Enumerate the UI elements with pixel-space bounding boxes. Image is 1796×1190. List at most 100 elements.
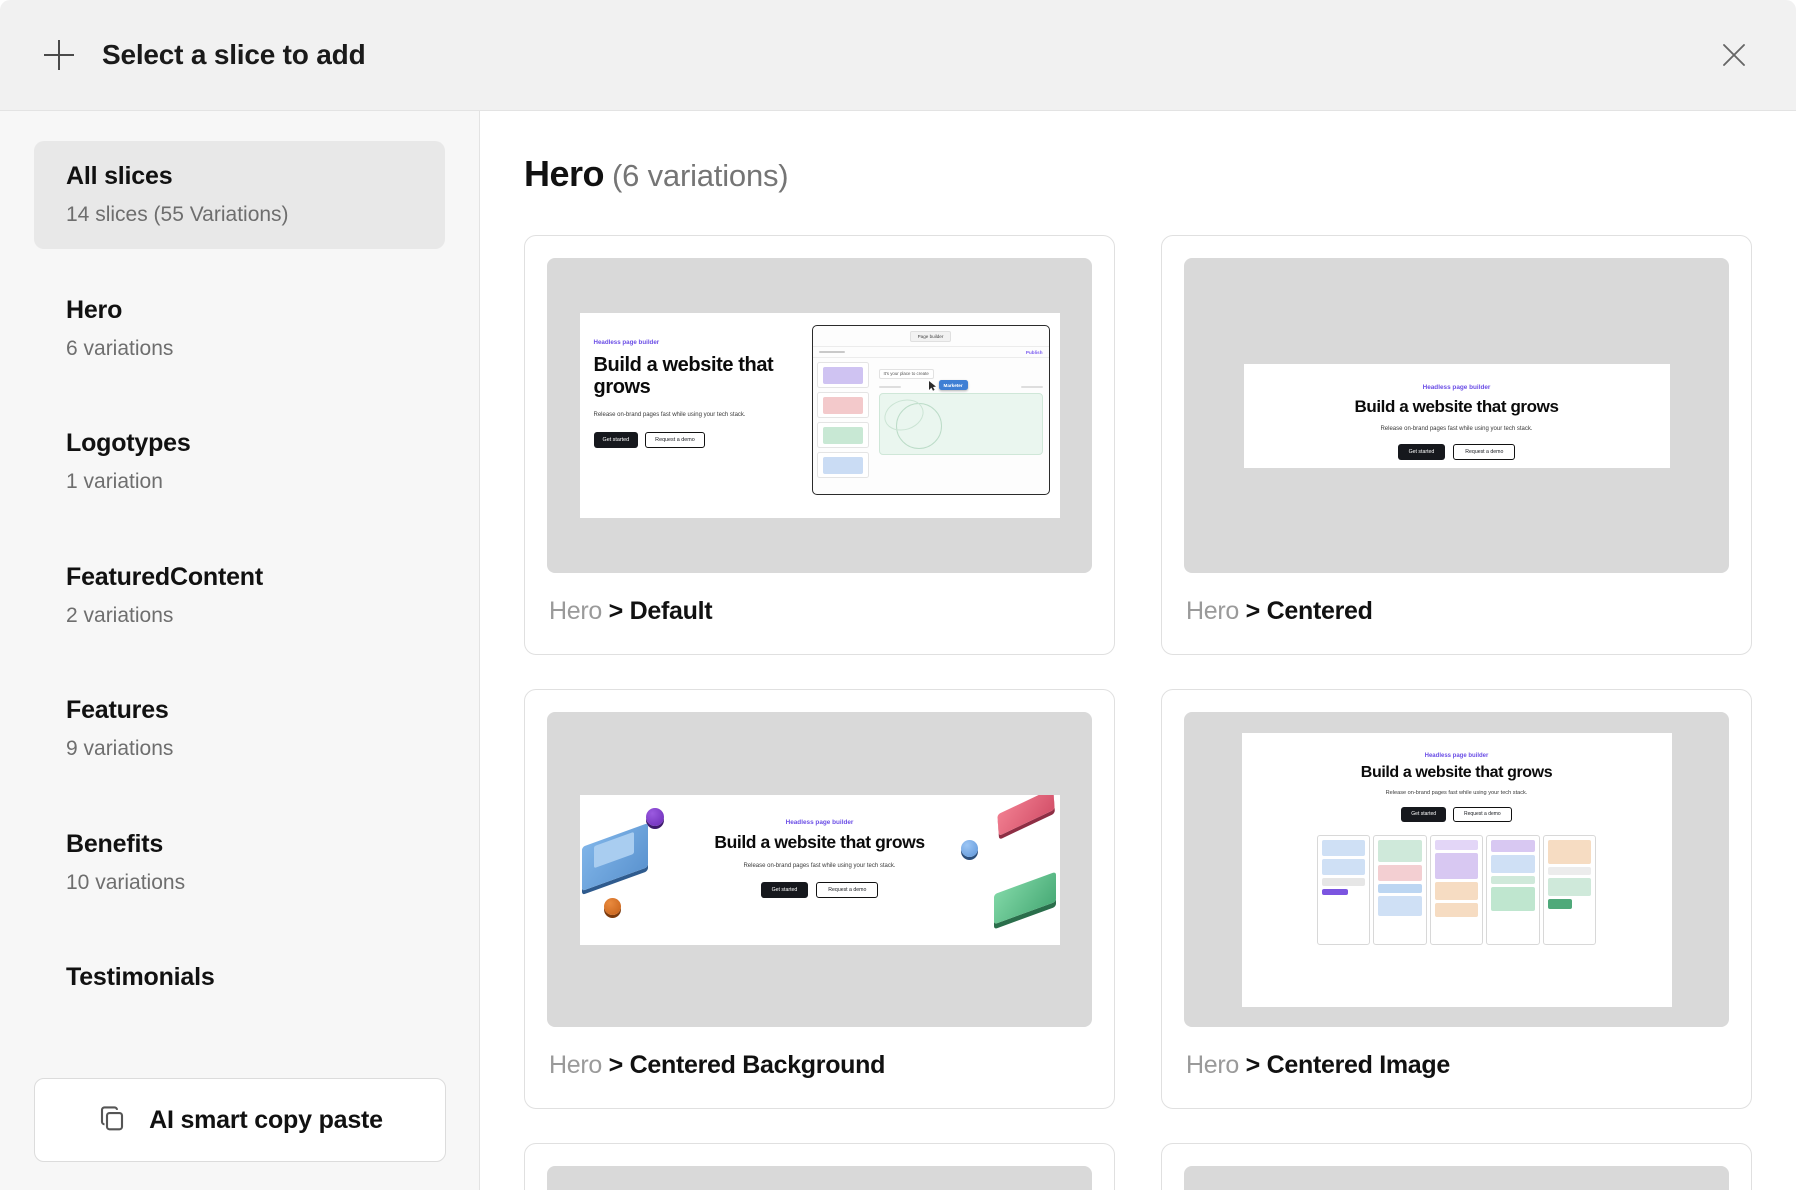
sidebar-item-label: All slices (66, 161, 413, 192)
copy-paste-icon (97, 1103, 127, 1138)
sidebar-item-count: 1 variation (66, 469, 413, 495)
wireframe-block (1322, 859, 1366, 875)
hero-headline: Build a website that grows (1244, 397, 1670, 417)
wireframe-block (1491, 840, 1535, 852)
page-title: Select a slice to add (102, 39, 365, 71)
wireframe-block (1435, 903, 1479, 917)
hero-button-row: Get started Request a demo (580, 882, 1060, 898)
sidebar-scroll-area[interactable]: All slices 14 slices (55 Variations) Her… (0, 111, 479, 1190)
sidebar-item-logotypes[interactable]: Logotypes 1 variation (34, 408, 445, 516)
sidebar-item-features[interactable]: Features 9 variations (34, 675, 445, 783)
hero-secondary-button: Request a demo (816, 882, 878, 898)
hero-image-column: Page builder Publish (812, 313, 1060, 518)
hero-centered-background-mock: Headless page builder Build a website th… (580, 795, 1060, 945)
plus-icon (44, 40, 74, 70)
variation-preview (547, 1166, 1092, 1190)
toolbar-placeholder-line (819, 351, 845, 353)
sidebar-item-hero[interactable]: Hero 6 variations (34, 275, 445, 383)
variation-label: Hero > Default (549, 597, 1092, 626)
wireframe-block (1435, 853, 1479, 879)
wireframe-column (1317, 835, 1371, 945)
sidebar-item-label: Benefits (66, 829, 413, 860)
wireframe-block (1378, 840, 1422, 862)
wireframe-block (1322, 878, 1366, 886)
wireframe-block (1491, 887, 1535, 911)
wireframe-block (1435, 882, 1479, 900)
wireframe-block (1491, 855, 1535, 873)
hero-eyebrow: Headless page builder (1244, 384, 1670, 391)
wireframe-block (1548, 878, 1592, 896)
close-button[interactable] (1712, 33, 1756, 77)
hero-button-row: Get started Request a demo (1242, 807, 1672, 822)
collaborator-cursor: Marketer (929, 380, 968, 396)
variation-card-partial[interactable] (1161, 1143, 1752, 1190)
slice-thumb-pink (817, 392, 869, 418)
sidebar-item-label: Hero (66, 295, 413, 326)
sidebar-item-label: FeaturedContent (66, 562, 413, 593)
thumb-shape (823, 427, 863, 444)
gallery-scroll-area[interactable]: Hero(6 variations) Headless page builder… (480, 111, 1796, 1190)
add-slice-modal: Select a slice to add All slices 14 slic… (0, 0, 1796, 1190)
sidebar-item-testimonials[interactable]: Testimonials (34, 942, 445, 1013)
sidebar-item-benefits[interactable]: Benefits 10 variations (34, 809, 445, 917)
variation-separator: > (609, 597, 623, 625)
builder-canvas: It's your place to create (873, 358, 1049, 494)
browser-content: It's your place to create (813, 358, 1049, 494)
variation-preview: Headless page builder Build a website th… (547, 258, 1092, 573)
variation-slice-name: Hero (1186, 1051, 1239, 1079)
slice-thumb-green (817, 422, 869, 448)
variation-slice-name: Hero (549, 597, 602, 625)
gallery-heading-title: Hero (524, 153, 604, 194)
variation-card-default[interactable]: Headless page builder Build a website th… (524, 235, 1115, 655)
sidebar-item-featuredcontent[interactable]: FeaturedContent 2 variations (34, 542, 445, 650)
gallery-heading-count: (6 variations) (612, 158, 788, 193)
variation-grid: Headless page builder Build a website th… (524, 235, 1752, 1109)
wireframe-block (1322, 889, 1348, 895)
hero-secondary-button: Request a demo (1453, 444, 1515, 460)
browser-toolbar: Publish (813, 346, 1049, 358)
hero-body: Release on-brand pages fast while using … (580, 863, 1060, 869)
publish-label: Publish (1026, 350, 1043, 355)
slice-gallery: Hero(6 variations) Headless page builder… (480, 111, 1796, 1190)
hero-body: Release on-brand pages fast while using … (1242, 790, 1672, 796)
variation-card-centered-image[interactable]: Headless page builder Build a website th… (1161, 689, 1752, 1109)
wireframe-column (1430, 835, 1484, 945)
wireframe-column (1373, 835, 1427, 945)
wireframe-block (1378, 865, 1422, 881)
thumb-shape (823, 367, 863, 384)
variation-card-partial[interactable] (524, 1143, 1115, 1190)
variation-label: Hero > Centered Background (549, 1051, 1092, 1080)
placeholder-line (879, 386, 901, 388)
canvas-green-panel (879, 393, 1043, 455)
hero-copy-column: Headless page builder Build a website th… (580, 313, 812, 518)
hero-secondary-button: Request a demo (645, 432, 705, 448)
variation-name: Centered (1267, 597, 1373, 625)
hero-headline: Build a website that grows (580, 832, 1060, 853)
sidebar-item-label: Logotypes (66, 428, 413, 459)
close-icon (1721, 42, 1747, 68)
variation-preview: Headless page builder Build a website th… (547, 712, 1092, 1027)
hero-centered-image-mock: Headless page builder Build a website th… (1242, 733, 1672, 1007)
sidebar-item-all-slices[interactable]: All slices 14 slices (55 Variations) (34, 141, 445, 249)
orange-sphere-icon (604, 898, 621, 915)
cursor-arrow-icon (929, 378, 937, 396)
ai-smart-copy-paste-button[interactable]: AI smart copy paste (34, 1078, 446, 1162)
variation-card-centered[interactable]: Headless page builder Build a website th… (1161, 235, 1752, 655)
sidebar-item-count: 14 slices (55 Variations) (66, 202, 413, 228)
gallery-heading: Hero(6 variations) (524, 153, 1752, 195)
sidebar-item-label: Features (66, 695, 413, 726)
variation-card-centered-background[interactable]: Headless page builder Build a website th… (524, 689, 1115, 1109)
sidebar-item-count: 9 variations (66, 736, 413, 762)
hero-eyebrow: Headless page builder (1242, 753, 1672, 759)
variation-slice-name: Hero (549, 1051, 602, 1079)
variation-name: Default (630, 597, 713, 625)
hero-eyebrow: Headless page builder (580, 819, 1060, 826)
variation-name: Centered Background (630, 1051, 885, 1079)
placeholder-line (1021, 386, 1043, 388)
browser-tab-label: Page builder (910, 331, 952, 342)
browser-mock: Page builder Publish (812, 325, 1050, 495)
hero-headline: Build a website that grows (1242, 764, 1672, 782)
hero-body: Release on-brand pages fast while using … (1244, 426, 1670, 432)
modal-body: All slices 14 slices (55 Variations) Her… (0, 111, 1796, 1190)
variation-slice-name: Hero (1186, 597, 1239, 625)
